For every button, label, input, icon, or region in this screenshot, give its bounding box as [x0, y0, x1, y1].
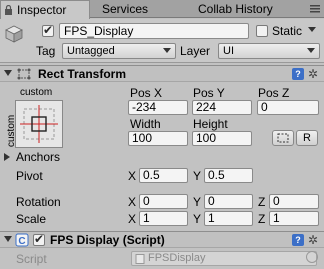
anchor-preset-icon [20, 105, 58, 143]
pos-y-label: Pos Y [193, 86, 225, 100]
menu-icon[interactable] [310, 5, 320, 13]
rect-transform-title: Rect Transform [38, 67, 127, 81]
pivot-label: Pivot [16, 169, 43, 183]
tab-bar: Inspector Services Collab History [0, 0, 324, 19]
width-label: Width [130, 117, 161, 131]
rect-transform-icon [17, 68, 31, 80]
pivot-x-field[interactable]: 0.5 [139, 168, 188, 183]
blueprint-mode-icon [277, 133, 289, 143]
help-icon[interactable]: ? [292, 234, 304, 246]
height-label: Height [193, 117, 228, 131]
script-field: FPSDisplay [131, 251, 317, 266]
pivot-y-field[interactable]: 0.5 [204, 168, 253, 183]
script-component-title: FPS Display (Script) [50, 233, 165, 247]
static-label: Static [272, 24, 303, 38]
scale-y-field[interactable]: 1 [204, 211, 253, 226]
svg-text:C: C [18, 236, 25, 247]
scale-z-label: Z [258, 212, 266, 226]
rotation-label: Rotation [16, 195, 61, 209]
script-label: Script [16, 252, 47, 266]
tab-label: Collab History [198, 2, 273, 16]
scale-y-label: Y [193, 212, 202, 226]
name-field[interactable]: FPS_Display [59, 23, 249, 39]
static-checkbox[interactable] [256, 25, 268, 37]
gameobject-header: FPS_Display Static Tag Untagged Layer UI [0, 19, 324, 63]
scale-z-field[interactable]: 1 [269, 211, 319, 226]
pos-x-field[interactable]: -234 [128, 100, 188, 115]
script-icon: C [15, 233, 29, 247]
anchors-label[interactable]: Anchors [16, 150, 60, 164]
anchor-preset-label-top: custom [20, 87, 53, 98]
anchor-presets-button[interactable] [15, 100, 63, 148]
pivot-y-label: Y [193, 169, 202, 183]
pos-z-field[interactable]: 0 [257, 100, 319, 115]
rotation-x-field[interactable]: 0 [139, 194, 188, 209]
tab-label: Services [102, 2, 149, 16]
tab-collab-history[interactable]: Collab History [192, 0, 302, 18]
script-value: FPSDisplay [148, 252, 206, 264]
width-field[interactable]: 100 [128, 131, 188, 146]
foldout-arrow-icon[interactable] [4, 236, 12, 242]
foldout-arrow-icon[interactable] [4, 70, 12, 76]
tag-label: Tag [36, 44, 56, 58]
rect-transform-header[interactable]: Rect Transform ? ✲ [0, 65, 324, 82]
script-file-icon [135, 254, 145, 264]
scale-x-field[interactable]: 1 [139, 211, 188, 226]
script-component-header[interactable]: C FPS Display (Script) ? ✲ [0, 231, 324, 248]
gameobject-cube-icon [5, 25, 23, 43]
layer-dropdown[interactable]: UI [218, 43, 320, 59]
gear-icon[interactable]: ✲ [308, 233, 318, 247]
static-dropdown[interactable] [306, 23, 320, 39]
pos-y-field[interactable]: 224 [192, 100, 252, 115]
active-checkbox[interactable] [42, 23, 54, 37]
rotation-z-label: Z [258, 195, 266, 209]
help-icon[interactable]: ? [292, 68, 304, 80]
anchors-foldout-arrow-icon[interactable] [4, 153, 10, 161]
scale-x-label: X [128, 212, 137, 226]
rotation-z-field[interactable]: 0 [269, 194, 319, 209]
tag-value: Untagged [67, 45, 115, 57]
script-enabled-checkbox[interactable] [33, 232, 45, 246]
layer-value: UI [223, 45, 234, 57]
pos-x-label: Pos X [130, 86, 163, 100]
gear-icon[interactable]: ✲ [308, 67, 318, 81]
scale-label: Scale [16, 212, 47, 226]
lock-icon[interactable] [4, 5, 13, 15]
tab-inspector[interactable]: Inspector [0, 0, 90, 19]
tab-label: Inspector [17, 3, 67, 17]
object-picker-icon [306, 251, 318, 263]
layer-label: Layer [180, 44, 211, 58]
rotation-x-label: X [128, 195, 137, 209]
height-field[interactable]: 100 [192, 131, 252, 146]
rotation-y-label: Y [193, 195, 202, 209]
tag-dropdown[interactable]: Untagged [62, 43, 176, 59]
pos-z-label: Pos Z [258, 86, 290, 100]
rotation-y-field[interactable]: 0 [204, 194, 253, 209]
raw-edit-button[interactable]: R [296, 130, 318, 146]
blueprint-mode-button[interactable] [272, 130, 294, 146]
tab-services[interactable]: Services [96, 0, 176, 18]
pivot-x-label: X [128, 169, 137, 183]
